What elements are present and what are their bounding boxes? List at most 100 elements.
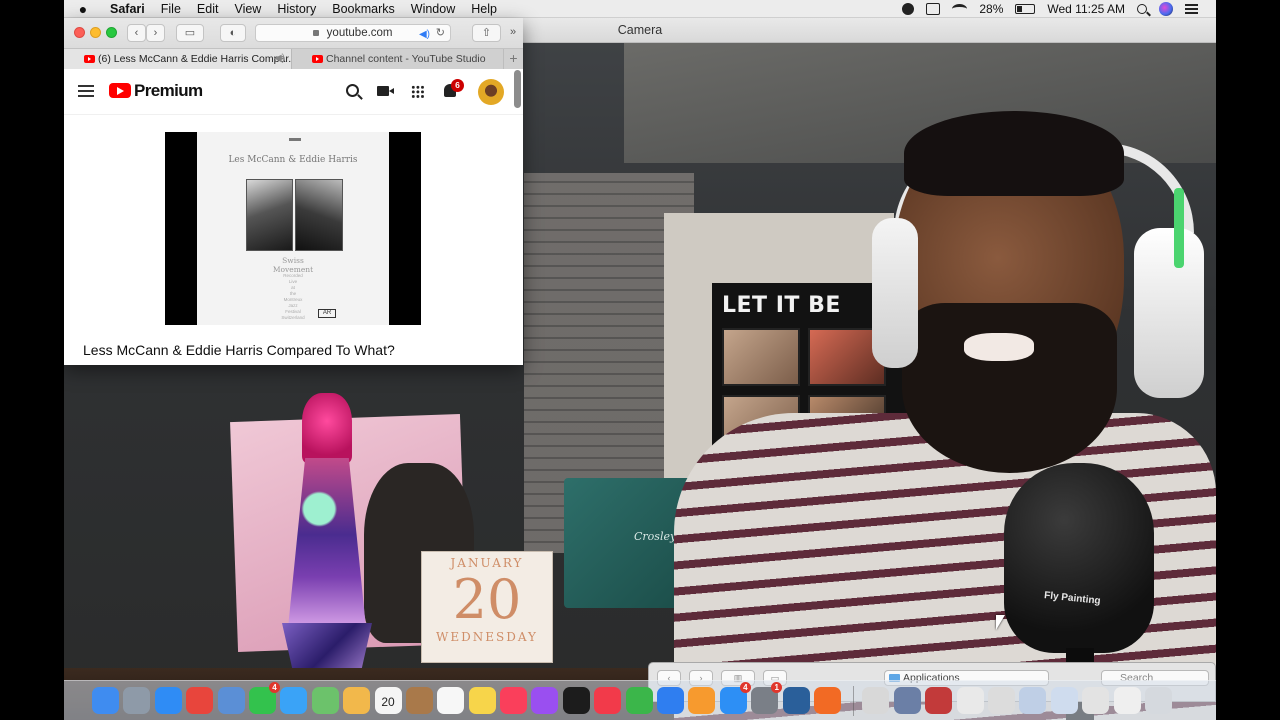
calendar-weekday: WEDNESDAY xyxy=(436,630,538,644)
folder-stack-icon[interactable] xyxy=(1050,687,1078,714)
tab-youtube-studio[interactable]: Channel content - YouTube Studio xyxy=(292,49,503,69)
sidebar-button[interactable]: ▭ xyxy=(176,24,204,42)
maps-icon[interactable] xyxy=(311,687,339,714)
calendar-icon[interactable]: 20 xyxy=(374,687,402,714)
apple-menu-icon[interactable]: ● xyxy=(64,1,102,17)
window-minimize-button[interactable] xyxy=(90,27,101,38)
menu-bookmarks[interactable]: Bookmarks xyxy=(324,2,403,16)
reminders-icon[interactable] xyxy=(437,687,465,714)
back-button[interactable]: ‹ xyxy=(127,24,146,42)
facetime-icon[interactable]: 4 xyxy=(248,682,280,714)
create-video-icon[interactable] xyxy=(377,86,394,96)
files-stack-icon[interactable] xyxy=(1113,687,1141,714)
album-subtitle: Swiss Movement xyxy=(272,256,314,274)
headphone-accent xyxy=(1174,188,1184,268)
launchpad-icon[interactable] xyxy=(123,687,151,714)
news-icon[interactable] xyxy=(594,687,622,714)
menu-view[interactable]: View xyxy=(226,2,269,16)
music-icon[interactable] xyxy=(500,687,528,714)
hamburger-menu-icon[interactable] xyxy=(78,85,94,97)
status-area: 28% Wed 11:25 AM xyxy=(902,0,1198,18)
youtube-favicon-icon xyxy=(84,55,95,63)
siri-icon[interactable] xyxy=(1159,2,1173,16)
pages-icon[interactable] xyxy=(688,687,716,714)
search-icon[interactable] xyxy=(346,84,359,97)
desktop-stack-icon[interactable] xyxy=(1082,687,1110,714)
album-title: Les McCann & Eddie Harris xyxy=(228,155,358,165)
finder-icon[interactable] xyxy=(92,687,119,714)
keynote-icon[interactable] xyxy=(657,687,685,714)
scanner-icon[interactable] xyxy=(893,687,921,714)
youtube-premium-wordmark[interactable]: Premium xyxy=(134,81,203,101)
downloads-stack-icon[interactable] xyxy=(987,687,1015,714)
notes-brown-icon[interactable] xyxy=(405,687,433,714)
safari-window: ‹ › ▭ ◐ youtube.com ◀) ↻ ⇧ » (6) Less Mc… xyxy=(64,18,523,365)
tab-youtube-video[interactable]: (6) Less McCann & Eddie Harris Compar...… xyxy=(64,49,292,69)
youtube-favicon-icon xyxy=(312,55,323,63)
dock-calendar-date: 20 xyxy=(381,695,395,709)
messages-icon[interactable] xyxy=(280,687,308,714)
documents-stack-icon[interactable] xyxy=(956,687,984,714)
toolbar-overflow-button[interactable]: » xyxy=(506,24,520,42)
battery-icon[interactable] xyxy=(1015,4,1036,14)
record-stop-icon[interactable] xyxy=(902,3,915,15)
youtube-header: Premium 6 xyxy=(64,69,523,115)
script-editor-icon[interactable] xyxy=(862,687,890,714)
menu-app-safari[interactable]: Safari xyxy=(102,2,153,16)
menu-bar: ● Safari File Edit View History Bookmarks Win… xyxy=(64,0,1216,18)
tab-bar: (6) Less McCann & Eddie Harris Compar...… xyxy=(64,48,523,69)
dock-badge: 4 xyxy=(268,682,280,693)
system-preferences-icon[interactable]: 1 xyxy=(751,682,783,714)
spotlight-search-icon[interactable] xyxy=(1137,4,1147,14)
forward-button[interactable]: › xyxy=(146,24,165,42)
share-button[interactable]: ⇧ xyxy=(472,24,501,42)
address-bar[interactable]: youtube.com ◀) ↻ xyxy=(255,24,451,42)
notes-icon[interactable] xyxy=(468,687,496,714)
person-hair xyxy=(904,111,1124,196)
video-player[interactable]: Les McCann & Eddie Harris Swiss Movement… xyxy=(165,132,421,325)
preview-icon[interactable] xyxy=(217,687,245,714)
new-tab-button[interactable]: + xyxy=(503,49,523,69)
safari-icon[interactable] xyxy=(154,687,182,714)
chrome-icon[interactable] xyxy=(186,687,214,714)
menu-window[interactable]: Window xyxy=(403,2,463,16)
album-notes: Recorded Live at the Montreux Jazz Festi… xyxy=(281,273,305,320)
menubar-clock[interactable]: Wed 11:25 AM xyxy=(1047,2,1125,16)
video-title[interactable]: Less McCann & Eddie Harris Compared To W… xyxy=(83,342,395,358)
youtube-logo-icon[interactable] xyxy=(109,83,131,98)
window-close-button[interactable] xyxy=(74,27,85,38)
avatar[interactable] xyxy=(478,79,504,105)
media-app-icon[interactable] xyxy=(925,687,953,714)
menu-edit[interactable]: Edit xyxy=(189,2,227,16)
tv-icon[interactable] xyxy=(562,687,590,714)
quicktime-icon[interactable] xyxy=(782,687,810,714)
wifi-icon[interactable] xyxy=(952,4,968,14)
privacy-report-button[interactable]: ◐ xyxy=(220,24,246,42)
scrollbar[interactable] xyxy=(514,70,521,108)
apps-grid-icon[interactable] xyxy=(411,85,424,98)
dock-separator xyxy=(853,685,855,716)
menu-file[interactable]: File xyxy=(153,2,189,16)
notification-count-badge: 6 xyxy=(451,79,464,92)
app-store-icon[interactable]: 4 xyxy=(719,682,751,714)
album-photo-left xyxy=(246,179,293,251)
reload-icon[interactable]: ↻ xyxy=(436,25,445,41)
menu-help[interactable]: Help xyxy=(463,2,505,16)
numbers-icon[interactable] xyxy=(625,687,653,714)
screenshot-stack-icon[interactable] xyxy=(1019,687,1047,714)
photos-icon[interactable] xyxy=(343,687,371,714)
podcasts-icon[interactable] xyxy=(531,687,559,714)
calendar-day: 20 xyxy=(452,568,522,631)
window-zoom-button[interactable] xyxy=(106,27,117,38)
chevron-left-icon: ‹ xyxy=(134,27,139,39)
screen-icon[interactable] xyxy=(926,3,941,15)
battery-percent: 28% xyxy=(979,2,1004,16)
menu-history[interactable]: History xyxy=(269,2,324,16)
lock-icon xyxy=(313,29,320,36)
trash-icon[interactable] xyxy=(1144,687,1172,714)
tab-label: Channel content - YouTube Studio xyxy=(326,53,486,65)
recorder-icon[interactable] xyxy=(813,687,841,714)
audio-playing-icon[interactable]: ◀) xyxy=(419,27,430,43)
tab-audio-icon[interactable]: ◀) xyxy=(274,49,285,69)
notification-center-icon[interactable] xyxy=(1185,4,1198,14)
